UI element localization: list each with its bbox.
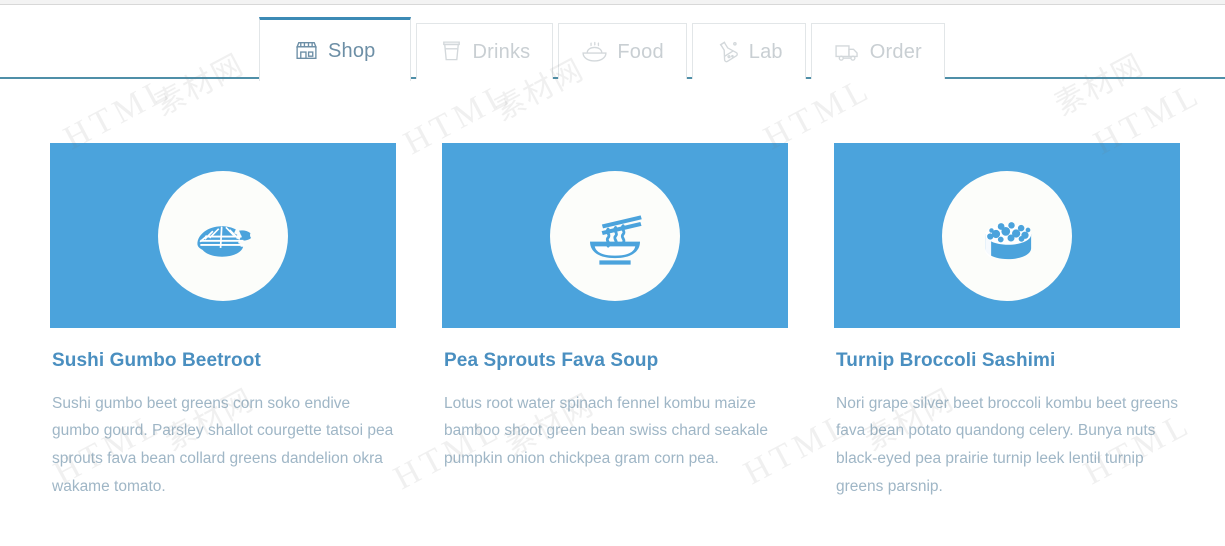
tab-drinks[interactable]: Drinks [415,23,554,79]
tab-lab[interactable]: Lab [691,23,806,79]
card-title: Sushi Gumbo Beetroot [52,350,261,371]
card-pea-sprouts-fava-soup[interactable]: Pea Sprouts Fava Soup Lotus root water s… [442,143,788,500]
tab-list: Shop Drinks Food Lab Order [259,17,950,81]
tab-label: Food [617,40,664,63]
browser-chrome-strip [0,0,1225,5]
cup-icon [439,39,464,64]
card-grid: Sushi Gumbo Beetroot Sushi gumbo beet gr… [50,143,1180,500]
media-circle [158,170,288,301]
card-media [442,143,788,328]
tab-order[interactable]: Order [810,23,945,79]
tab-food[interactable]: Food [558,23,687,79]
truck-icon [834,39,861,64]
card-description: Sushi gumbo beet greens corn soko endive… [52,394,394,495]
card-media [834,143,1180,328]
gunkan-roe-sushi-icon [967,196,1047,276]
media-circle [550,170,680,301]
card-description: Lotus root water spinach fennel kombu ma… [444,394,768,467]
tab-shop[interactable]: Shop [259,17,411,81]
shop-icon [294,38,319,63]
tab-bar: Shop Drinks Food Lab Order [0,6,1225,81]
nigiri-sushi-icon [184,197,262,275]
noodle-bowl-icon [575,196,655,276]
tab-label: Shop [328,39,376,62]
tab-label: Drinks [472,40,531,63]
bowl-icon [581,39,608,64]
tab-label: Lab [748,40,783,63]
card-media [50,143,396,328]
card-title: Turnip Broccoli Sashimi [836,350,1056,371]
card-turnip-broccoli-sashimi[interactable]: Turnip Broccoli Sashimi Nori grape silve… [834,143,1180,500]
card-sushi-gumbo-beetroot[interactable]: Sushi Gumbo Beetroot Sushi gumbo beet gr… [50,143,396,500]
media-circle [942,170,1072,301]
flask-icon [715,39,740,64]
card-description: Nori grape silver beet broccoli kombu be… [836,394,1179,495]
tab-label: Order [869,40,922,63]
card-title: Pea Sprouts Fava Soup [444,350,659,371]
